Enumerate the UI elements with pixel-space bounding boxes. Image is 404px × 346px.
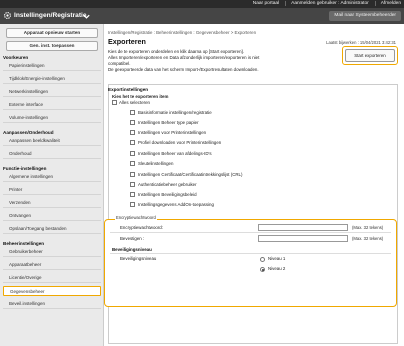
item-label: Authenticatiebeheer gebruiker — [138, 182, 197, 187]
select-title: Kies het te exporteren item — [112, 94, 169, 99]
panel-header: Exportinstellingen — [108, 87, 149, 92]
password-label: Encryptiewachtwoord: — [120, 225, 163, 230]
item-label: Instellingen Beveiligingsbeleid — [138, 192, 197, 197]
sidebar-item-security[interactable]: Beveil.instellingen — [3, 299, 101, 309]
logout-link[interactable]: Afmelden — [374, 1, 401, 7]
sidebar: Apparaat opnieuw starten Gen. inst. toep… — [0, 24, 104, 346]
page-title: Exporteren — [108, 37, 146, 46]
select-all-label: Alles selecteren — [119, 100, 150, 105]
security-level-label: Beveiligingsniveau — [120, 256, 157, 261]
confirm-hint: (Max. 32 tekens) — [352, 236, 384, 241]
item-checkbox[interactable] — [130, 120, 135, 125]
security-level-1-radio[interactable] — [260, 257, 265, 262]
item-checkbox[interactable] — [130, 140, 135, 145]
item-label: Instellingen Beheer van afdelings-ID's — [138, 151, 212, 156]
password-hint: (Max. 32 tekens) — [352, 225, 384, 230]
divider — [110, 253, 391, 254]
security-level-title: Beveiligingsniveau — [112, 247, 152, 252]
description: Kies de te exporteren onderdelen en klik… — [108, 49, 344, 73]
select-all-checkbox[interactable] — [112, 100, 117, 105]
item-label: Instellingen voor Printerinstellingen — [138, 130, 207, 135]
sidebar-item-data-management[interactable]: Gegevensbeheer — [3, 286, 101, 296]
breadcrumb: Instellingen/Registratie : Beheerinstell… — [108, 30, 257, 35]
portal-link[interactable]: Naar portaal — [248, 1, 279, 6]
item-label: Instellingsgegevens AddOn-toepassing — [138, 202, 214, 207]
sidebar-item-general[interactable]: Algemene instellingen — [3, 172, 101, 182]
sidebar-section-adjustment: Aanpassen/Onderhoud — [3, 130, 54, 135]
sidebar-item-paper[interactable]: Papierinstellingen — [3, 61, 101, 71]
sidebar-section-preferences: Voorkeuren — [3, 55, 29, 60]
sidebar-item-printer[interactable]: Printer — [3, 185, 101, 195]
divider — [110, 232, 391, 233]
apply-settings-button[interactable]: Gen. inst. toepassen — [6, 41, 98, 51]
item-checkbox[interactable] — [130, 182, 135, 187]
item-label: Basisinformatie instellingen/registratie — [138, 110, 212, 115]
security-level-2-label: Niveau 2 — [268, 266, 286, 271]
sidebar-section-function-settings: Functie-instellingen — [3, 166, 47, 171]
sidebar-section-management: Beheerinstellingen — [3, 241, 45, 246]
confirm-password-input[interactable] — [258, 235, 348, 242]
item-checkbox[interactable] — [130, 161, 135, 166]
item-checkbox[interactable] — [130, 192, 135, 197]
sidebar-item-receive[interactable]: Ontvangen — [3, 211, 101, 221]
sidebar-item-timer-energy[interactable]: Tijdklok/Energie-instellingen — [3, 74, 101, 84]
item-checkbox[interactable] — [130, 110, 135, 115]
item-checkbox[interactable] — [130, 202, 135, 207]
sidebar-item-store-access[interactable]: Opslaan/Toegang bestanden — [3, 224, 101, 234]
item-label: Profiel downloaden voor Printerinstellin… — [138, 140, 222, 145]
item-label: Sleutelinstellingen — [138, 161, 174, 166]
sidebar-item-image-quality[interactable]: Aanpassen beeldkwaliteit — [3, 136, 101, 146]
item-label: Instellingen Beheer type papier — [138, 120, 199, 125]
sidebar-item-user-management[interactable]: Gebruikerbeheer — [3, 247, 101, 257]
sidebar-item-license[interactable]: Licentie/Overige — [3, 273, 101, 283]
item-checkbox[interactable] — [130, 172, 135, 177]
top-links: Naar portaal Aanmelden gebruiker : Admin… — [248, 1, 401, 7]
description-line: De geexporteerde data van het scherm Imp… — [108, 67, 259, 72]
restart-device-button[interactable]: Apparaat opnieuw starten — [6, 28, 98, 38]
item-label: Instellingen Certificaat/Certificaatintr… — [138, 172, 243, 177]
confirm-label: Bevestigen : — [120, 236, 145, 241]
sidebar-item-external-interface[interactable]: Externe interface — [3, 100, 101, 110]
chevron-down-icon[interactable] — [82, 12, 91, 21]
sidebar-item-network[interactable]: Netwerkinstellingen — [3, 87, 101, 97]
encryption-legend: Encryptiewachtwoord — [115, 215, 157, 220]
security-level-1-label: Niveau 1 — [268, 256, 286, 261]
top-bar: Naar portaal Aanmelden gebruiker : Admin… — [0, 0, 404, 8]
sidebar-item-send[interactable]: Verzenden — [3, 198, 101, 208]
item-checkbox[interactable] — [130, 130, 135, 135]
header-title: Instellingen/Registratie — [14, 11, 87, 19]
gear-icon — [4, 12, 11, 19]
password-input[interactable] — [258, 224, 348, 231]
sidebar-item-device-management[interactable]: Apparaatbeheer — [3, 260, 101, 270]
last-updated: Laatst bijwerken : 15/04/2021 3:42:31 — [326, 40, 396, 45]
security-level-2-radio[interactable] — [260, 267, 265, 272]
sidebar-item-volume[interactable]: Volume-instellingen — [3, 113, 101, 123]
mail-admin-button[interactable]: Mail naar Systeembeheerder — [329, 11, 401, 21]
header: Instellingen/Registratie Mail naar Syste… — [0, 8, 404, 24]
item-checkbox[interactable] — [130, 151, 135, 156]
logged-in-user: Aanmelden gebruiker : Administrator — [285, 1, 369, 7]
sidebar-item-maintenance[interactable]: Onderhoud — [3, 149, 101, 159]
start-export-button[interactable]: Start exporteren — [345, 49, 395, 62]
